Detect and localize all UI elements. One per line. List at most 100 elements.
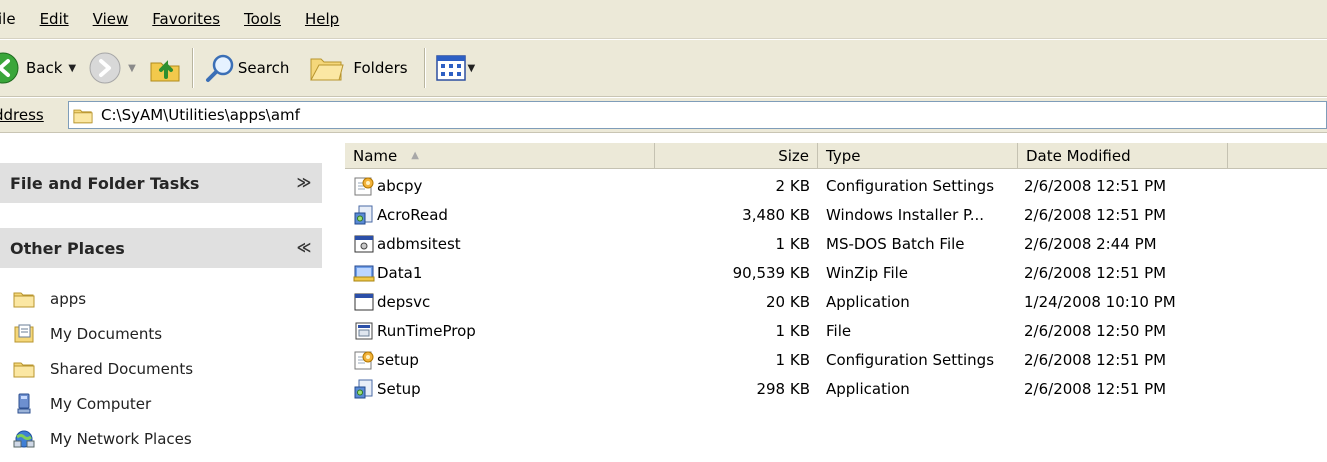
- menu-help[interactable]: Help: [293, 0, 351, 38]
- my-documents-icon: [12, 323, 36, 345]
- views-button[interactable]: ▼: [430, 46, 482, 90]
- up-folder-button[interactable]: [142, 46, 188, 90]
- column-header-name[interactable]: Name ▲: [345, 143, 655, 168]
- file-date: 2/6/2008 12:50 PM: [1024, 321, 1167, 340]
- menu-bar: ile Edit View Favorites Tools Help: [0, 0, 1327, 39]
- folder-icon: [12, 358, 36, 380]
- chevron-down-icon[interactable]: ≫: [286, 175, 322, 191]
- place-label: apps: [50, 289, 87, 308]
- other-places-header[interactable]: Other Places ≪: [0, 228, 322, 268]
- place-shared-documents[interactable]: Shared Documents: [12, 351, 193, 386]
- column-header-type[interactable]: Type: [818, 143, 1018, 168]
- menu-edit[interactable]: Edit: [28, 0, 81, 38]
- back-label: Back: [26, 59, 63, 77]
- forward-dropdown-icon[interactable]: ▼: [128, 63, 136, 74]
- file-name: Data1: [377, 263, 423, 282]
- file-name: RunTimeProp: [377, 321, 476, 340]
- address-field[interactable]: C:\SyAM\Utilities\apps\amf: [68, 101, 1327, 129]
- file-row[interactable]: Setup 298 KB Application 2/6/2008 12:51 …: [345, 374, 1327, 403]
- place-my-computer[interactable]: My Computer: [12, 386, 193, 421]
- task-pane: File and Folder Tasks ≫ Other Places ≪ a…: [0, 133, 345, 462]
- file-row[interactable]: Data1 90,539 KB WinZip File 2/6/2008 12:…: [345, 258, 1327, 287]
- forward-button[interactable]: ▼: [82, 46, 142, 90]
- installer-icon: [353, 378, 375, 400]
- place-label: Shared Documents: [50, 359, 194, 378]
- menu-favorites[interactable]: Favorites: [140, 0, 232, 38]
- back-button[interactable]: Back ▼: [0, 46, 82, 90]
- file-type: Windows Installer P...: [826, 205, 985, 224]
- folders-icon: [310, 58, 345, 81]
- file-date: 2/6/2008 12:51 PM: [1024, 350, 1167, 369]
- menu-file[interactable]: ile: [0, 0, 28, 38]
- generic-file-icon: [353, 320, 375, 342]
- file-date: 2/6/2008 12:51 PM: [1024, 176, 1167, 195]
- column-header-date[interactable]: Date Modified: [1018, 143, 1228, 168]
- toolbar: Back ▼ ▼ Search Folders ▼: [0, 40, 1327, 97]
- file-name: setup: [377, 350, 419, 369]
- sort-ascending-icon: ▲: [411, 150, 419, 161]
- toolbar-separator: [423, 48, 426, 88]
- file-name: depsvc: [377, 292, 431, 311]
- search-icon: [205, 54, 234, 82]
- back-dropdown-icon[interactable]: ▼: [68, 63, 76, 74]
- file-row[interactable]: adbmsitest 1 KB MS-DOS Batch File 2/6/20…: [345, 229, 1327, 258]
- column-headers: Name ▲ Size Type Date Modified: [345, 143, 1327, 169]
- file-date: 2/6/2008 12:51 PM: [1024, 263, 1167, 282]
- file-type: MS-DOS Batch File: [826, 234, 965, 253]
- file-row[interactable]: RunTimeProp 1 KB File 2/6/2008 12:50 PM: [345, 316, 1327, 345]
- file-type: WinZip File: [826, 263, 909, 282]
- toolbar-separator: [191, 48, 194, 88]
- file-size: 90,539 KB: [732, 263, 810, 282]
- folders-button[interactable]: Folders: [303, 46, 413, 90]
- views-icon: [435, 55, 466, 81]
- folder-icon: [12, 288, 36, 310]
- file-row[interactable]: setup 1 KB Configuration Settings 2/6/20…: [345, 345, 1327, 374]
- file-row[interactable]: depsvc 20 KB Application 1/24/2008 10:10…: [345, 287, 1327, 316]
- column-date-label: Date Modified: [1026, 146, 1131, 165]
- search-label: Search: [237, 59, 290, 77]
- file-name: Setup: [377, 379, 421, 398]
- file-type: Application: [826, 292, 910, 311]
- file-list: Name ▲ Size Type Date Modified abcpy 2 K…: [345, 143, 1327, 462]
- file-type: Configuration Settings: [826, 350, 995, 369]
- file-name: adbmsitest: [377, 234, 461, 253]
- file-folder-tasks-header[interactable]: File and Folder Tasks ≫: [0, 163, 322, 203]
- file-size: 298 KB: [756, 379, 810, 398]
- my-computer-icon: [12, 393, 36, 415]
- file-name: abcpy: [377, 176, 423, 195]
- place-my-network-places[interactable]: My Network Places: [12, 421, 193, 456]
- other-places-list: apps My Documents Shared Documents My Co…: [12, 281, 193, 456]
- back-arrow-icon: [0, 52, 19, 84]
- column-size-label: Size: [778, 146, 809, 165]
- address-label: ddress: [0, 106, 44, 124]
- chevron-up-icon[interactable]: ≪: [286, 240, 322, 256]
- file-type: Configuration Settings: [826, 176, 995, 195]
- network-places-icon: [12, 428, 36, 450]
- file-row[interactable]: abcpy 2 KB Configuration Settings 2/6/20…: [345, 171, 1327, 200]
- address-bar: ddress C:\SyAM\Utilities\apps\amf: [0, 98, 1327, 133]
- column-header-empty: [1228, 143, 1327, 168]
- file-date: 2/6/2008 12:51 PM: [1024, 379, 1167, 398]
- file-type: File: [826, 321, 852, 340]
- config-settings-icon: [353, 349, 375, 371]
- column-type-label: Type: [826, 146, 861, 165]
- menu-tools[interactable]: Tools: [232, 0, 293, 38]
- file-name: AcroRead: [377, 205, 448, 224]
- file-size: 2 KB: [775, 176, 810, 195]
- place-apps[interactable]: apps: [12, 281, 193, 316]
- config-settings-icon: [353, 175, 375, 197]
- place-label: My Network Places: [50, 429, 192, 448]
- views-dropdown-icon[interactable]: ▼: [468, 63, 476, 74]
- menu-view[interactable]: View: [81, 0, 141, 38]
- column-header-size[interactable]: Size: [655, 143, 818, 168]
- file-date: 2/6/2008 2:44 PM: [1024, 234, 1157, 253]
- file-date: 1/24/2008 10:10 PM: [1024, 292, 1176, 311]
- forward-arrow-icon: [89, 52, 121, 84]
- place-my-documents[interactable]: My Documents: [12, 316, 193, 351]
- folders-label: Folders: [353, 59, 408, 77]
- file-size: 1 KB: [775, 234, 810, 253]
- search-button[interactable]: Search: [198, 46, 296, 90]
- file-row[interactable]: AcroRead 3,480 KB Windows Installer P...…: [345, 200, 1327, 229]
- other-places-title: Other Places: [10, 238, 125, 258]
- up-folder-icon: [150, 60, 180, 82]
